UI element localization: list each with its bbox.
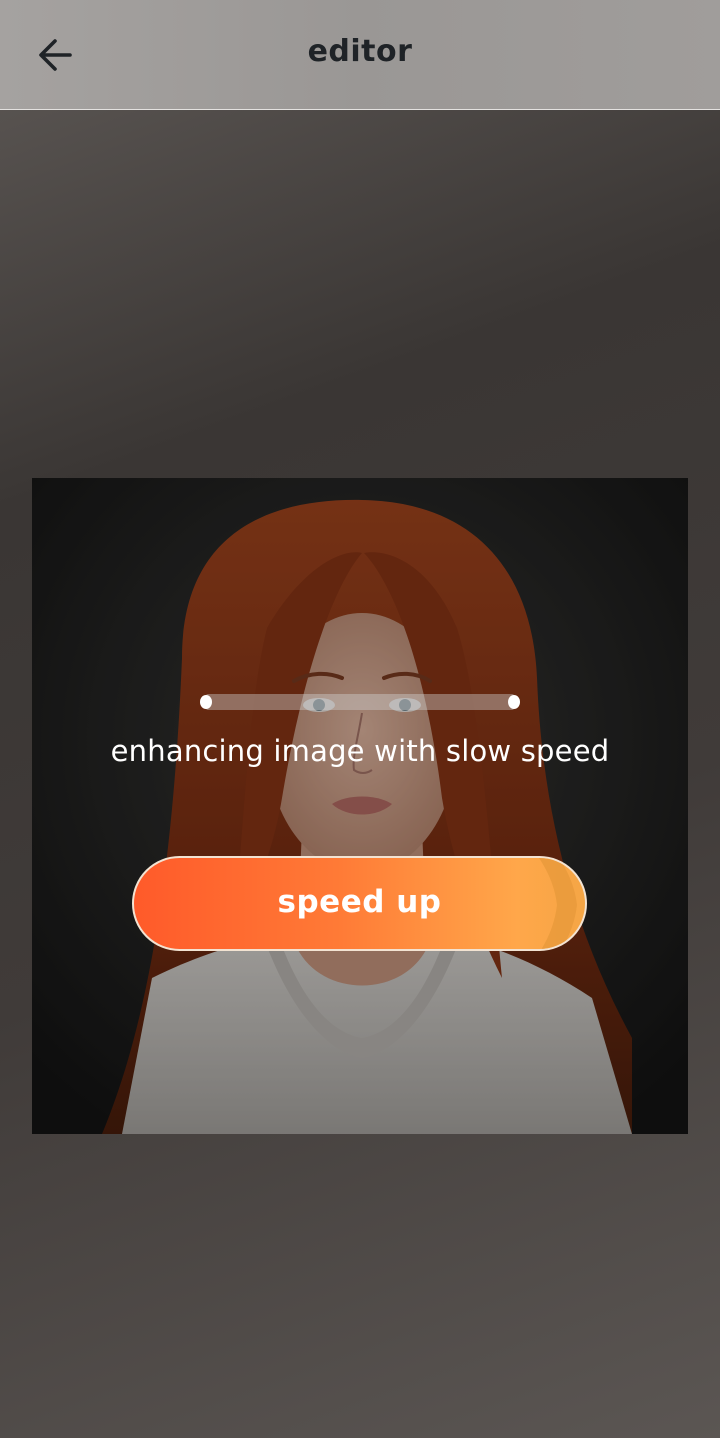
progress-bar xyxy=(200,694,520,710)
speed-up-button[interactable]: speed up xyxy=(132,856,587,951)
image-preview: enhancing image with slow speed speed up xyxy=(32,478,688,1134)
progress-start-handle xyxy=(200,695,212,709)
status-text: enhancing image with slow speed xyxy=(110,734,610,768)
app-header: editor xyxy=(0,0,720,110)
dim-overlay xyxy=(32,478,688,1134)
page-title: editor xyxy=(307,34,413,69)
progress-end-handle xyxy=(508,695,520,709)
speed-up-label: speed up xyxy=(277,884,442,920)
editor-screen: editor enhancing image with slow speed s… xyxy=(0,0,720,1438)
